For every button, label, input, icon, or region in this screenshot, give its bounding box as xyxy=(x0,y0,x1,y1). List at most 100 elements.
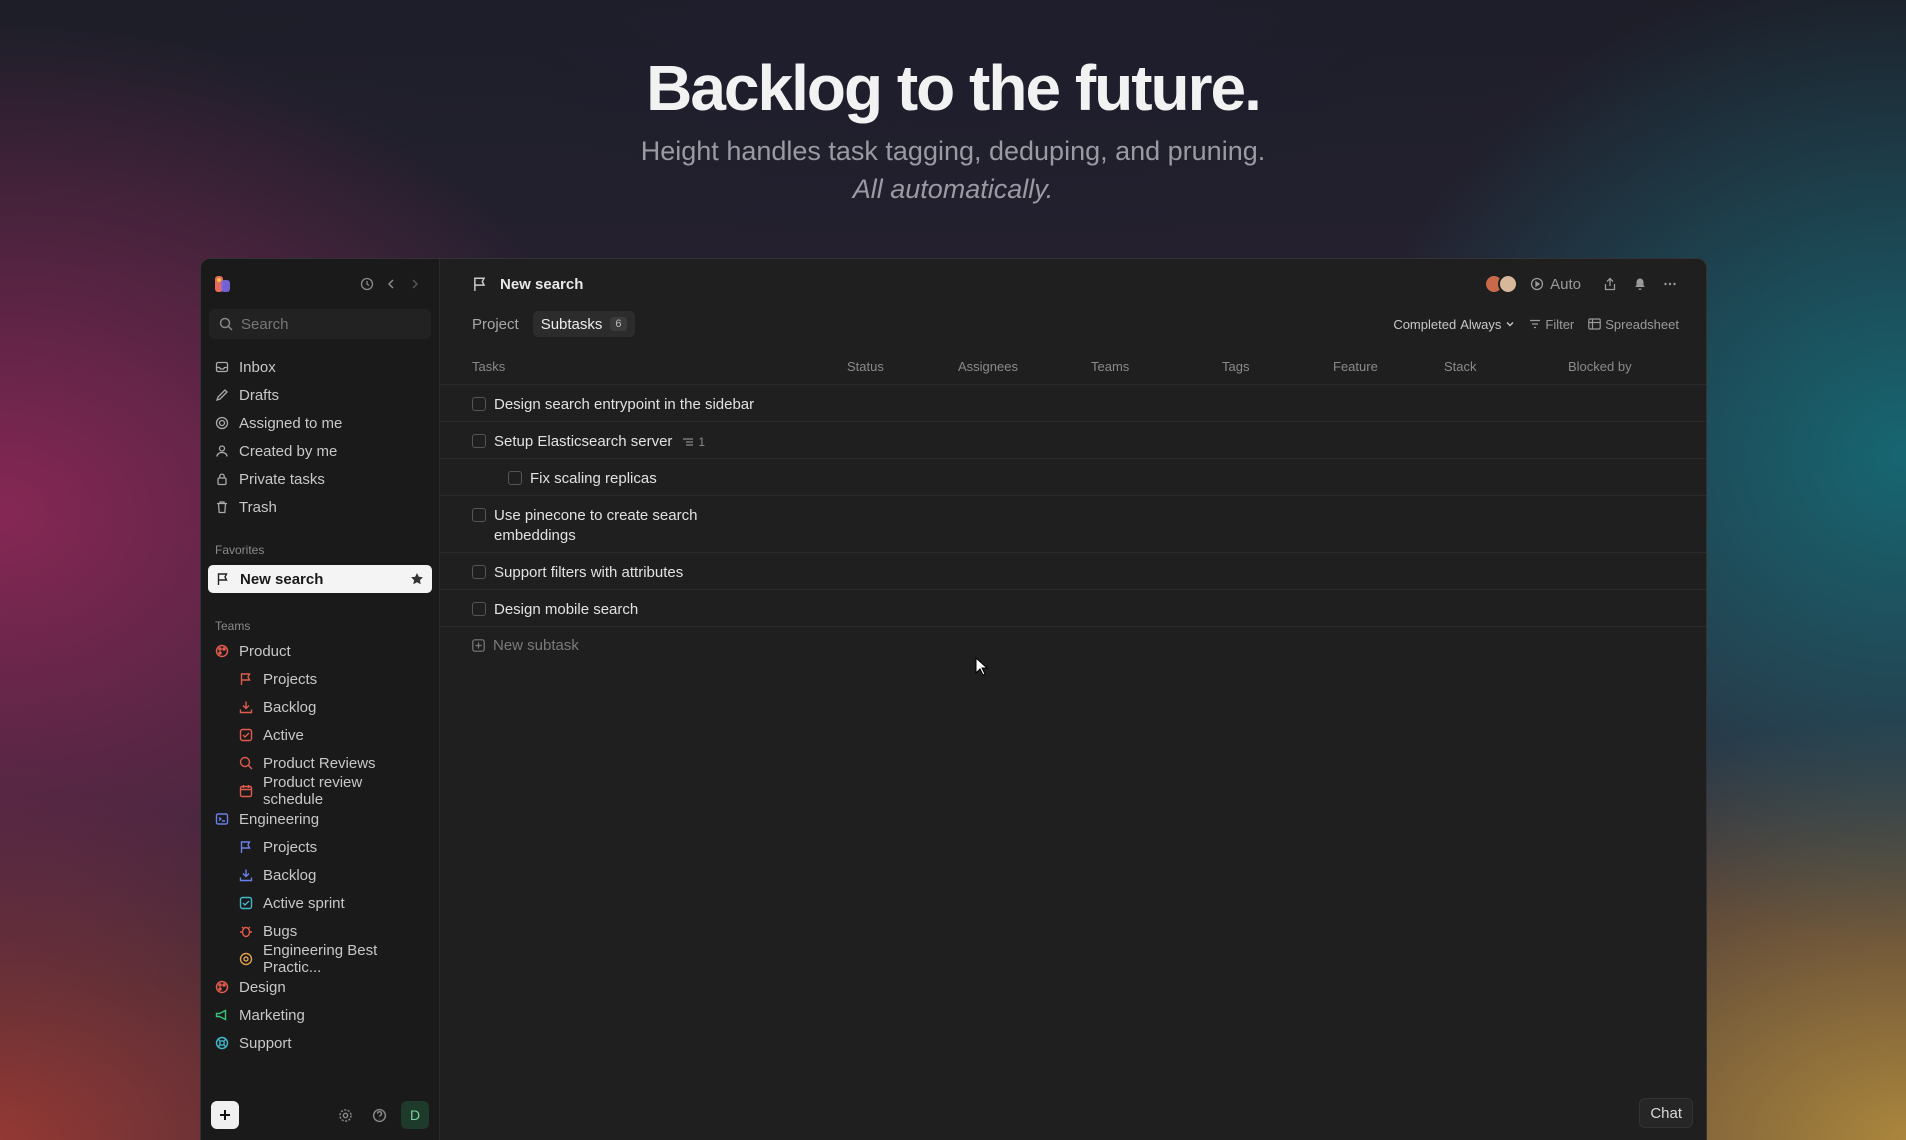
team-design[interactable]: Design xyxy=(201,973,439,1001)
product-reviews[interactable]: Product Reviews xyxy=(201,749,439,777)
team-support[interactable]: Support xyxy=(201,1029,439,1057)
team-engineering[interactable]: Engineering xyxy=(201,805,439,833)
search-input[interactable] xyxy=(241,315,421,333)
bell-icon[interactable] xyxy=(1625,269,1655,299)
tab-label: Project xyxy=(472,315,519,333)
task-checkbox[interactable] xyxy=(472,434,486,448)
filter-label: Filter xyxy=(1545,316,1575,332)
sidebar-item-label: Bugs xyxy=(263,922,298,940)
flag-icon xyxy=(474,277,486,291)
tab-project[interactable]: Project xyxy=(466,311,525,337)
auto-toggle[interactable]: Auto xyxy=(1530,276,1581,293)
new-subtask-label: New subtask xyxy=(493,637,579,654)
task-checkbox[interactable] xyxy=(472,508,486,522)
share-icon[interactable] xyxy=(1595,269,1625,299)
settings-icon[interactable] xyxy=(333,1103,357,1127)
back-icon[interactable] xyxy=(379,272,403,296)
filter-button[interactable]: Filter xyxy=(1529,317,1574,332)
product-projects[interactable]: Projects xyxy=(201,665,439,693)
column-header-teams[interactable]: Teams xyxy=(1091,359,1222,374)
main-header: New search Auto xyxy=(440,259,1706,309)
sidebar-item-assigned[interactable]: Assigned to me xyxy=(201,409,439,437)
table-row[interactable]: Setup Elasticsearch server 1 xyxy=(440,422,1706,459)
completed-label: Completed xyxy=(1393,316,1457,332)
column-header-assignees[interactable]: Assignees xyxy=(958,359,1091,374)
help-icon[interactable] xyxy=(367,1103,391,1127)
forward-icon[interactable] xyxy=(403,272,427,296)
task-name[interactable]: Design mobile search xyxy=(494,600,638,620)
calendar-icon xyxy=(239,785,253,798)
task-checkbox[interactable] xyxy=(508,471,522,485)
chat-button[interactable]: Chat xyxy=(1639,1098,1693,1128)
table-row[interactable]: Support filters with attributes xyxy=(440,553,1706,590)
completed-filter-dropdown[interactable]: Completed Always xyxy=(1393,317,1515,332)
megaphone-icon xyxy=(215,1009,227,1021)
tab-subtasks[interactable]: Subtasks 6 xyxy=(532,311,635,337)
more-icon[interactable] xyxy=(1655,269,1685,299)
product-backlog[interactable]: Backlog xyxy=(201,693,439,721)
sidebar-search[interactable] xyxy=(209,309,431,339)
teams-label: Teams xyxy=(215,619,251,633)
column-header-blocked-by[interactable]: Blocked by xyxy=(1568,359,1679,374)
user-avatar[interactable]: D xyxy=(401,1101,429,1129)
page-title[interactable]: New search xyxy=(500,276,583,293)
team-product[interactable]: Product xyxy=(201,637,439,665)
sidebar-item-private[interactable]: Private tasks xyxy=(201,465,439,493)
subtask-count-value: 1 xyxy=(698,435,706,449)
subtask-count[interactable]: 1 xyxy=(682,435,705,449)
task-name[interactable]: Support filters with attributes xyxy=(494,563,683,583)
column-header-feature[interactable]: Feature xyxy=(1333,359,1444,374)
inbox-icon xyxy=(215,361,229,373)
trash-icon xyxy=(217,501,227,514)
table-row[interactable]: Fix scaling replicas xyxy=(440,459,1706,496)
task-name[interactable]: Setup Elasticsearch server xyxy=(494,432,672,452)
team-label: Support xyxy=(239,1034,292,1052)
column-header-tasks[interactable]: Tasks xyxy=(472,359,847,374)
task-checkbox[interactable] xyxy=(472,602,486,616)
lifebuoy-icon xyxy=(215,1036,229,1050)
hero-subtitle: Height handles task tagging, deduping, a… xyxy=(640,136,1266,166)
spreadsheet-icon xyxy=(1588,318,1602,330)
sidebar-item-inbox[interactable]: Inbox xyxy=(201,353,439,381)
height-logo-icon[interactable] xyxy=(213,274,233,294)
product-review-schedule[interactable]: Product review schedule xyxy=(201,774,439,808)
history-icon[interactable] xyxy=(355,272,379,296)
team-label: Design xyxy=(239,978,286,996)
hero: Backlog to the future. Height handles ta… xyxy=(0,48,1906,208)
tab-label: Subtasks xyxy=(540,315,603,333)
task-name[interactable]: Use pinecone to create search embeddings xyxy=(494,506,724,546)
sidebar-item-label: Product Reviews xyxy=(263,754,376,772)
task-checkbox[interactable] xyxy=(472,565,486,579)
column-header-stack[interactable]: Stack xyxy=(1444,359,1568,374)
subtasks-icon xyxy=(683,438,694,446)
palette-icon xyxy=(215,980,229,994)
view-switch-button[interactable]: Spreadsheet xyxy=(1588,317,1679,332)
new-task-button[interactable] xyxy=(211,1101,239,1129)
table-row[interactable]: Use pinecone to create search embeddings xyxy=(440,496,1706,553)
sidebar-item-trash[interactable]: Trash xyxy=(201,493,439,521)
engineering-best-practices[interactable]: Engineering Best Practic... xyxy=(201,942,439,976)
task-checkbox[interactable] xyxy=(472,397,486,411)
task-name[interactable]: Design search entrypoint in the sidebar xyxy=(494,395,754,415)
engineering-bugs[interactable]: Bugs xyxy=(201,917,439,945)
star-icon[interactable] xyxy=(410,572,424,586)
table-row[interactable]: Design mobile search xyxy=(440,590,1706,627)
favorite-item-new-search[interactable]: New search xyxy=(208,565,432,593)
column-header-tags[interactable]: Tags xyxy=(1222,359,1333,374)
sidebar-item-label: Inbox xyxy=(239,358,276,376)
hero-title: Backlog to the future. xyxy=(646,52,1262,124)
column-header-status[interactable]: Status xyxy=(847,359,958,374)
engineering-active-sprint[interactable]: Active sprint xyxy=(201,889,439,917)
team-marketing[interactable]: Marketing xyxy=(201,1001,439,1029)
engineering-projects[interactable]: Projects xyxy=(201,833,439,861)
product-active[interactable]: Active xyxy=(201,721,439,749)
sidebar-item-drafts[interactable]: Drafts xyxy=(201,381,439,409)
mouse-cursor-icon xyxy=(975,656,989,682)
sidebar-item-created[interactable]: Created by me xyxy=(201,437,439,465)
table-row[interactable]: Design search entrypoint in the sidebar xyxy=(440,385,1706,422)
engineering-backlog[interactable]: Backlog xyxy=(201,861,439,889)
new-subtask-button[interactable]: New subtask xyxy=(440,627,1706,664)
task-name[interactable]: Fix scaling replicas xyxy=(530,469,657,489)
member-avatars[interactable] xyxy=(1484,274,1519,294)
sidebar-item-label: Product review schedule xyxy=(263,774,363,808)
